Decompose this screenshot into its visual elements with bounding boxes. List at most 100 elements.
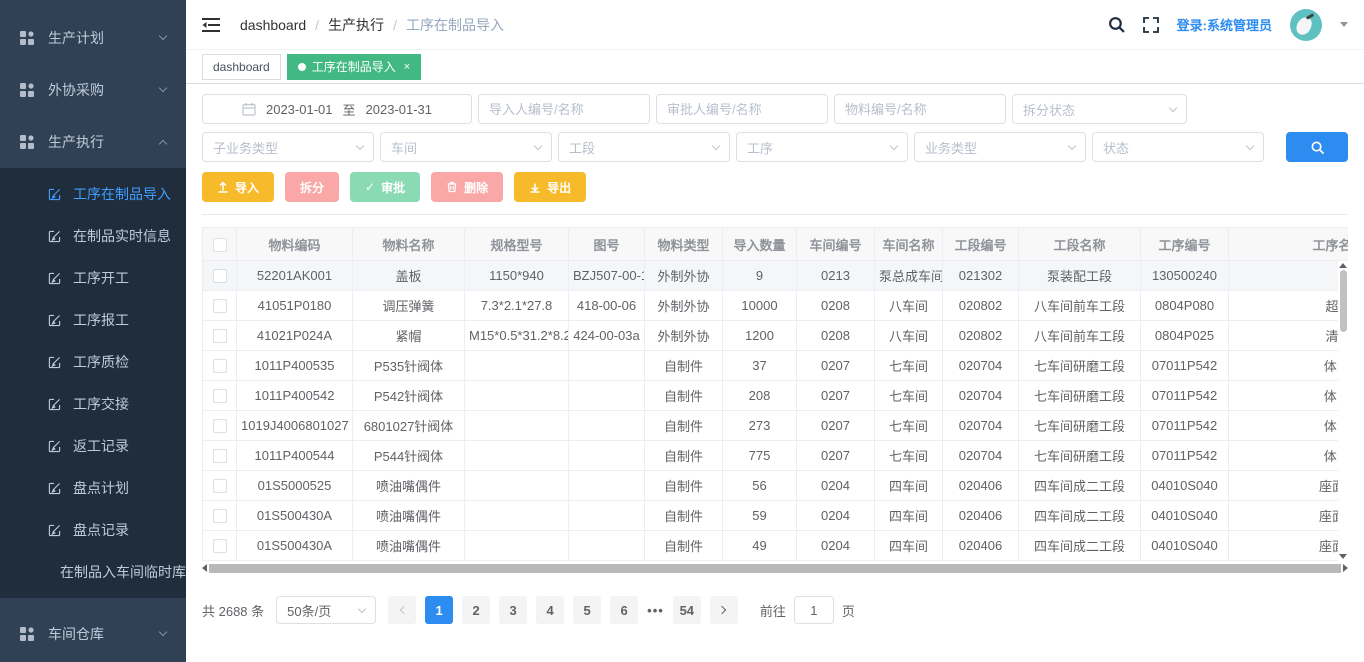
- close-icon[interactable]: ×: [404, 61, 410, 73]
- pager-page-button[interactable]: 3: [499, 596, 527, 624]
- pager-page-button[interactable]: 1: [425, 596, 453, 624]
- scroll-right-icon[interactable]: [1343, 564, 1348, 572]
- sidebar-subitem[interactable]: 在制品实时信息: [0, 215, 186, 257]
- row-checkbox[interactable]: [213, 269, 227, 283]
- sidebar-subitem[interactable]: 盘点计划: [0, 467, 186, 509]
- split-button[interactable]: 拆分: [285, 172, 339, 202]
- pager-page-button[interactable]: 6: [610, 596, 638, 624]
- table-cell: 调压弹簧: [353, 291, 465, 321]
- scroll-left-icon[interactable]: [202, 564, 207, 572]
- table-row[interactable]: 1019J40068010276801027针阀体自制件2730207七车间02…: [203, 411, 1349, 441]
- filter-select[interactable]: 工段: [558, 132, 730, 162]
- chevron-down-icon: [1068, 141, 1076, 149]
- filter-select[interactable]: 工序: [736, 132, 908, 162]
- table-cell: 9: [723, 261, 797, 291]
- export-button[interactable]: 导出: [514, 172, 586, 202]
- fullscreen-icon[interactable]: [1143, 17, 1159, 33]
- avatar[interactable]: [1290, 9, 1322, 41]
- caret-down-icon[interactable]: [1340, 22, 1348, 27]
- pager-page-button[interactable]: 4: [536, 596, 564, 624]
- sidebar-subitem[interactable]: 工序交接: [0, 383, 186, 425]
- table-row[interactable]: 41021P024A紧帽M15*0.5*31.2*8.2424-00-03a外制…: [203, 321, 1349, 351]
- trash-icon: [446, 181, 458, 193]
- pager-more-icon[interactable]: •••: [647, 603, 664, 618]
- table-row[interactable]: 01S5000525喷油嘴偶件自制件560204四车间020406四车间成二工段…: [203, 471, 1349, 501]
- sidebar-item-production-plan[interactable]: 生产计划: [0, 12, 186, 64]
- horizontal-scrollbar[interactable]: [202, 562, 1348, 574]
- sidebar-subitem[interactable]: 工序开工: [0, 257, 186, 299]
- chevron-down-icon: [712, 141, 720, 149]
- select-all-checkbox[interactable]: [213, 238, 227, 252]
- split-status-select[interactable]: 拆分状态: [1012, 94, 1187, 124]
- horizontal-scroll-thumb[interactable]: [209, 564, 1341, 573]
- sidebar-item-sales-plan[interactable]: 销售计划: [0, 0, 186, 12]
- pager-page-button[interactable]: 54: [673, 596, 701, 624]
- wip-import-table: 物料编码物料名称规格型号图号物料类型导入数量车间编号车间名称工段编号工段名称工序…: [202, 227, 1348, 561]
- filter-select[interactable]: 状态: [1092, 132, 1264, 162]
- row-checkbox[interactable]: [213, 419, 227, 433]
- pager-page-button[interactable]: 5: [573, 596, 601, 624]
- checkbox-cell: [203, 291, 237, 321]
- table-row[interactable]: 01S500430A喷油嘴偶件自制件490204四车间020406四车间成二工段…: [203, 531, 1349, 561]
- chevron-down-icon: [1246, 141, 1254, 149]
- goto-page-input[interactable]: [794, 596, 834, 624]
- breadcrumb-item[interactable]: dashboard: [240, 17, 306, 33]
- tab-dashboard[interactable]: dashboard: [202, 54, 281, 80]
- table-cell: 020802: [943, 291, 1019, 321]
- filter-select[interactable]: 子业务类型: [202, 132, 374, 162]
- table-row[interactable]: 1011P400542P542针阀体自制件2080207七车间020704七车间…: [203, 381, 1349, 411]
- table-cell: [465, 411, 569, 441]
- row-checkbox[interactable]: [213, 389, 227, 403]
- column-header: 规格型号: [465, 228, 569, 261]
- approver-input[interactable]: [656, 94, 828, 124]
- filter-select[interactable]: 业务类型: [914, 132, 1086, 162]
- row-checkbox[interactable]: [213, 479, 227, 493]
- table-row[interactable]: 52201AK001盖板1150*940BZJ507-00-15外制外协9021…: [203, 261, 1349, 291]
- table-cell: 清洗: [1229, 321, 1349, 351]
- material-input[interactable]: [834, 94, 1006, 124]
- search-icon[interactable]: [1108, 16, 1125, 33]
- scroll-down-icon[interactable]: [1339, 554, 1347, 559]
- row-checkbox[interactable]: [213, 299, 227, 313]
- filter-select[interactable]: 车间: [380, 132, 552, 162]
- table-cell: 盖板: [353, 261, 465, 291]
- vertical-scroll-thumb[interactable]: [1340, 270, 1347, 332]
- sidebar-subitem[interactable]: 在制品入车间临时库记录: [0, 551, 186, 593]
- page-size-select[interactable]: 50条/页: [276, 596, 376, 624]
- row-checkbox[interactable]: [213, 329, 227, 343]
- breadcrumb-item[interactable]: 生产执行: [328, 15, 384, 35]
- table-row[interactable]: 01S500430A喷油嘴偶件自制件590204四车间020406四车间成二工段…: [203, 501, 1349, 531]
- delete-button[interactable]: 删除: [431, 172, 503, 202]
- row-checkbox[interactable]: [213, 509, 227, 523]
- pager-page-button[interactable]: 2: [462, 596, 490, 624]
- sidebar-subitem[interactable]: 盘点记录: [0, 509, 186, 551]
- table-row[interactable]: 1011P400535P535针阀体自制件370207七车间020704七车间研…: [203, 351, 1349, 381]
- importer-input[interactable]: [478, 94, 650, 124]
- sidebar-subitem[interactable]: 工序在制品导入: [0, 173, 186, 215]
- sidebar-item-workshop-warehouse[interactable]: 车间仓库: [0, 608, 186, 660]
- column-header: 工段名称: [1019, 228, 1141, 261]
- import-button[interactable]: 导入: [202, 172, 274, 202]
- scroll-up-icon[interactable]: [1339, 263, 1347, 268]
- search-button[interactable]: [1286, 132, 1348, 162]
- table-cell: 紧帽: [353, 321, 465, 351]
- hamburger-icon[interactable]: [202, 17, 220, 33]
- next-page-button[interactable]: [710, 596, 738, 624]
- prev-page-button[interactable]: [388, 596, 416, 624]
- table-row[interactable]: 1011P400544P544针阀体自制件7750207七车间020704七车间…: [203, 441, 1349, 471]
- sidebar-item-outsourcing[interactable]: 外协采购: [0, 64, 186, 116]
- sidebar-subitem[interactable]: 返工记录: [0, 425, 186, 467]
- row-checkbox[interactable]: [213, 539, 227, 553]
- sidebar-item-production-exec[interactable]: 生产执行: [0, 116, 186, 168]
- chevron-down-icon: [356, 141, 364, 149]
- row-checkbox[interactable]: [213, 449, 227, 463]
- sidebar-subitem[interactable]: 工序报工: [0, 299, 186, 341]
- tab-process-wip-import[interactable]: 工序在制品导入 ×: [287, 54, 421, 80]
- row-checkbox[interactable]: [213, 359, 227, 373]
- sidebar-subitem[interactable]: 工序质检: [0, 341, 186, 383]
- vertical-scrollbar[interactable]: [1338, 261, 1348, 561]
- approve-button[interactable]: ✓ 审批: [350, 172, 420, 202]
- table-cell: 四车间成二工段: [1019, 501, 1141, 531]
- table-row[interactable]: 41051P0180调压弹簧7.3*2.1*27.8418-00-06外制外协1…: [203, 291, 1349, 321]
- date-range-picker[interactable]: 2023-01-01 至 2023-01-31: [202, 94, 472, 124]
